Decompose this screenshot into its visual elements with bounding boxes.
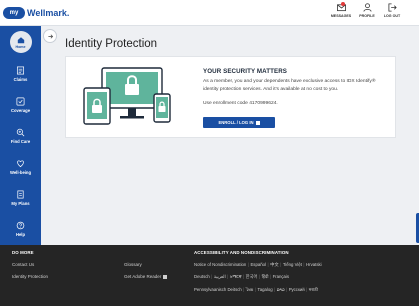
footer-lang-link[interactable]: ລາວ <box>277 287 285 292</box>
sidebar-item-find-care[interactable]: Find Care <box>0 121 41 151</box>
sidebar-item-help[interactable]: Help <box>0 214 41 244</box>
logout-button[interactable]: LOG OUT <box>380 3 404 23</box>
sidebar-item-label: Coverage <box>10 108 31 113</box>
language-links-row: Pennsylvaanisch Deitsch | ไทย | Tagalog | ລາວ |… <box>194 287 318 292</box>
footer-lang-link[interactable]: Pennsylvaanisch Deitsch <box>194 287 242 292</box>
sidebar-item-label: My Plans <box>11 201 30 206</box>
language-links-row: Deutsch | العربية | አማርኛ | 한국어 | हिंदी | Français <box>194 274 290 279</box>
messages-button[interactable]: MESSAGES <box>329 2 353 23</box>
footer-lang-link[interactable]: Español <box>250 262 266 267</box>
top-header: my Wellmark. MESSAGES PROFILE LOG OUT <box>0 0 419 26</box>
sidebar-nav: Home Claims Coverage Find Care Well-bein… <box>0 26 41 245</box>
sidebar-item-label: Find Care <box>10 139 31 144</box>
sidebar-toggle-button[interactable] <box>43 29 57 43</box>
footer-lang-link[interactable]: 中文 <box>270 262 279 267</box>
footer-lang-link[interactable]: العربية <box>214 274 226 279</box>
external-link-icon <box>163 274 168 279</box>
footer-link-glossary[interactable]: Glossary <box>124 262 142 267</box>
footer-lang-link[interactable]: ไทย <box>246 287 254 292</box>
footer: DO MORE Contact Us Glossary Identity Pro… <box>0 245 419 306</box>
footer-heading-accessibility: ACCESSIBILITY AND NONDISCRIMINATION <box>194 250 289 255</box>
sidebar-item-claims[interactable]: Claims <box>0 59 41 89</box>
sidebar-item-label: Claims <box>13 77 28 82</box>
card-heading: YOUR SECURITY MATTERS <box>203 68 288 75</box>
home-icon <box>17 36 24 43</box>
wellmark-logo[interactable]: my Wellmark. <box>3 5 69 21</box>
messages-label: MESSAGES <box>330 14 352 18</box>
sidebar-item-well-being[interactable]: Well-being <box>0 152 41 182</box>
footer-lang-link[interactable]: हिंदी <box>262 274 269 279</box>
help-icon <box>16 221 25 230</box>
language-links-row: Notice of Nondiscrimination | Español | 中文 | T… <box>194 262 322 267</box>
footer-lang-link[interactable]: मराठी <box>309 287 318 292</box>
sidebar-item-label: Help <box>15 232 26 237</box>
footer-lang-link[interactable]: አማርኛ <box>230 274 242 279</box>
logout-icon <box>387 3 397 12</box>
page-title: Identity Protection <box>65 38 158 50</box>
sidebar-item-label: Well-being <box>9 170 32 175</box>
devices-lock-illustration <box>83 67 171 125</box>
home-active-indicator: Home <box>9 31 32 53</box>
well-being-icon <box>17 160 24 168</box>
my-plans-icon <box>17 190 24 199</box>
person-icon <box>362 3 372 12</box>
footer-link-adobe-reader[interactable]: Get Adobe Reader <box>124 274 168 279</box>
footer-link-identity-protection[interactable]: Identity Protection <box>12 274 48 279</box>
footer-lang-link[interactable]: Deutsch <box>194 274 210 279</box>
footer-lang-link[interactable]: Русский <box>289 287 305 292</box>
logout-label: LOG OUT <box>383 14 401 18</box>
arrow-right-icon <box>47 34 53 38</box>
find-care-icon <box>16 128 25 137</box>
footer-lang-link[interactable]: Français <box>273 274 289 279</box>
footer-lang-link[interactable]: Tiếng Việt <box>283 262 302 267</box>
external-link-icon <box>255 120 260 125</box>
enrollment-code-text: Use enrollment code 4170999624. <box>203 101 278 106</box>
footer-lang-link[interactable]: 한국어 <box>246 274 258 279</box>
profile-label: PROFILE <box>359 14 375 18</box>
security-card: YOUR SECURITY MATTERS As a member, you a… <box>65 56 396 138</box>
footer-link-adobe-label: Get Adobe Reader <box>124 274 162 279</box>
app-root: my Wellmark. MESSAGES PROFILE LOG OUT Ho… <box>0 0 419 306</box>
sidebar-item-coverage[interactable]: Coverage <box>0 90 41 120</box>
footer-lang-link[interactable]: Tagalog <box>258 287 273 292</box>
claims-icon <box>16 66 25 75</box>
sidebar-item-label: Home <box>15 44 26 49</box>
logo-badge: my <box>3 7 25 19</box>
sidebar-item-home[interactable]: Home <box>0 26 41 58</box>
footer-lang-link[interactable]: Notice of Nondiscrimination <box>194 262 246 267</box>
card-body-text: As a member, you and your dependents hav… <box>203 79 376 92</box>
enroll-button-label: ENROLL / LOG IN <box>218 120 254 125</box>
profile-button[interactable]: PROFILE <box>355 3 379 23</box>
unread-dot <box>341 2 345 6</box>
footer-heading-do-more: DO MORE <box>12 250 34 255</box>
enroll-login-button[interactable]: ENROLL / LOG IN <box>203 117 275 128</box>
sidebar-item-my-plans[interactable]: My Plans <box>0 183 41 213</box>
footer-lang-link[interactable]: Hrvatski <box>306 262 322 267</box>
logo-text: Wellmark. <box>27 8 70 18</box>
coverage-icon <box>16 97 25 106</box>
footer-link-contact[interactable]: Contact Us <box>12 262 34 267</box>
